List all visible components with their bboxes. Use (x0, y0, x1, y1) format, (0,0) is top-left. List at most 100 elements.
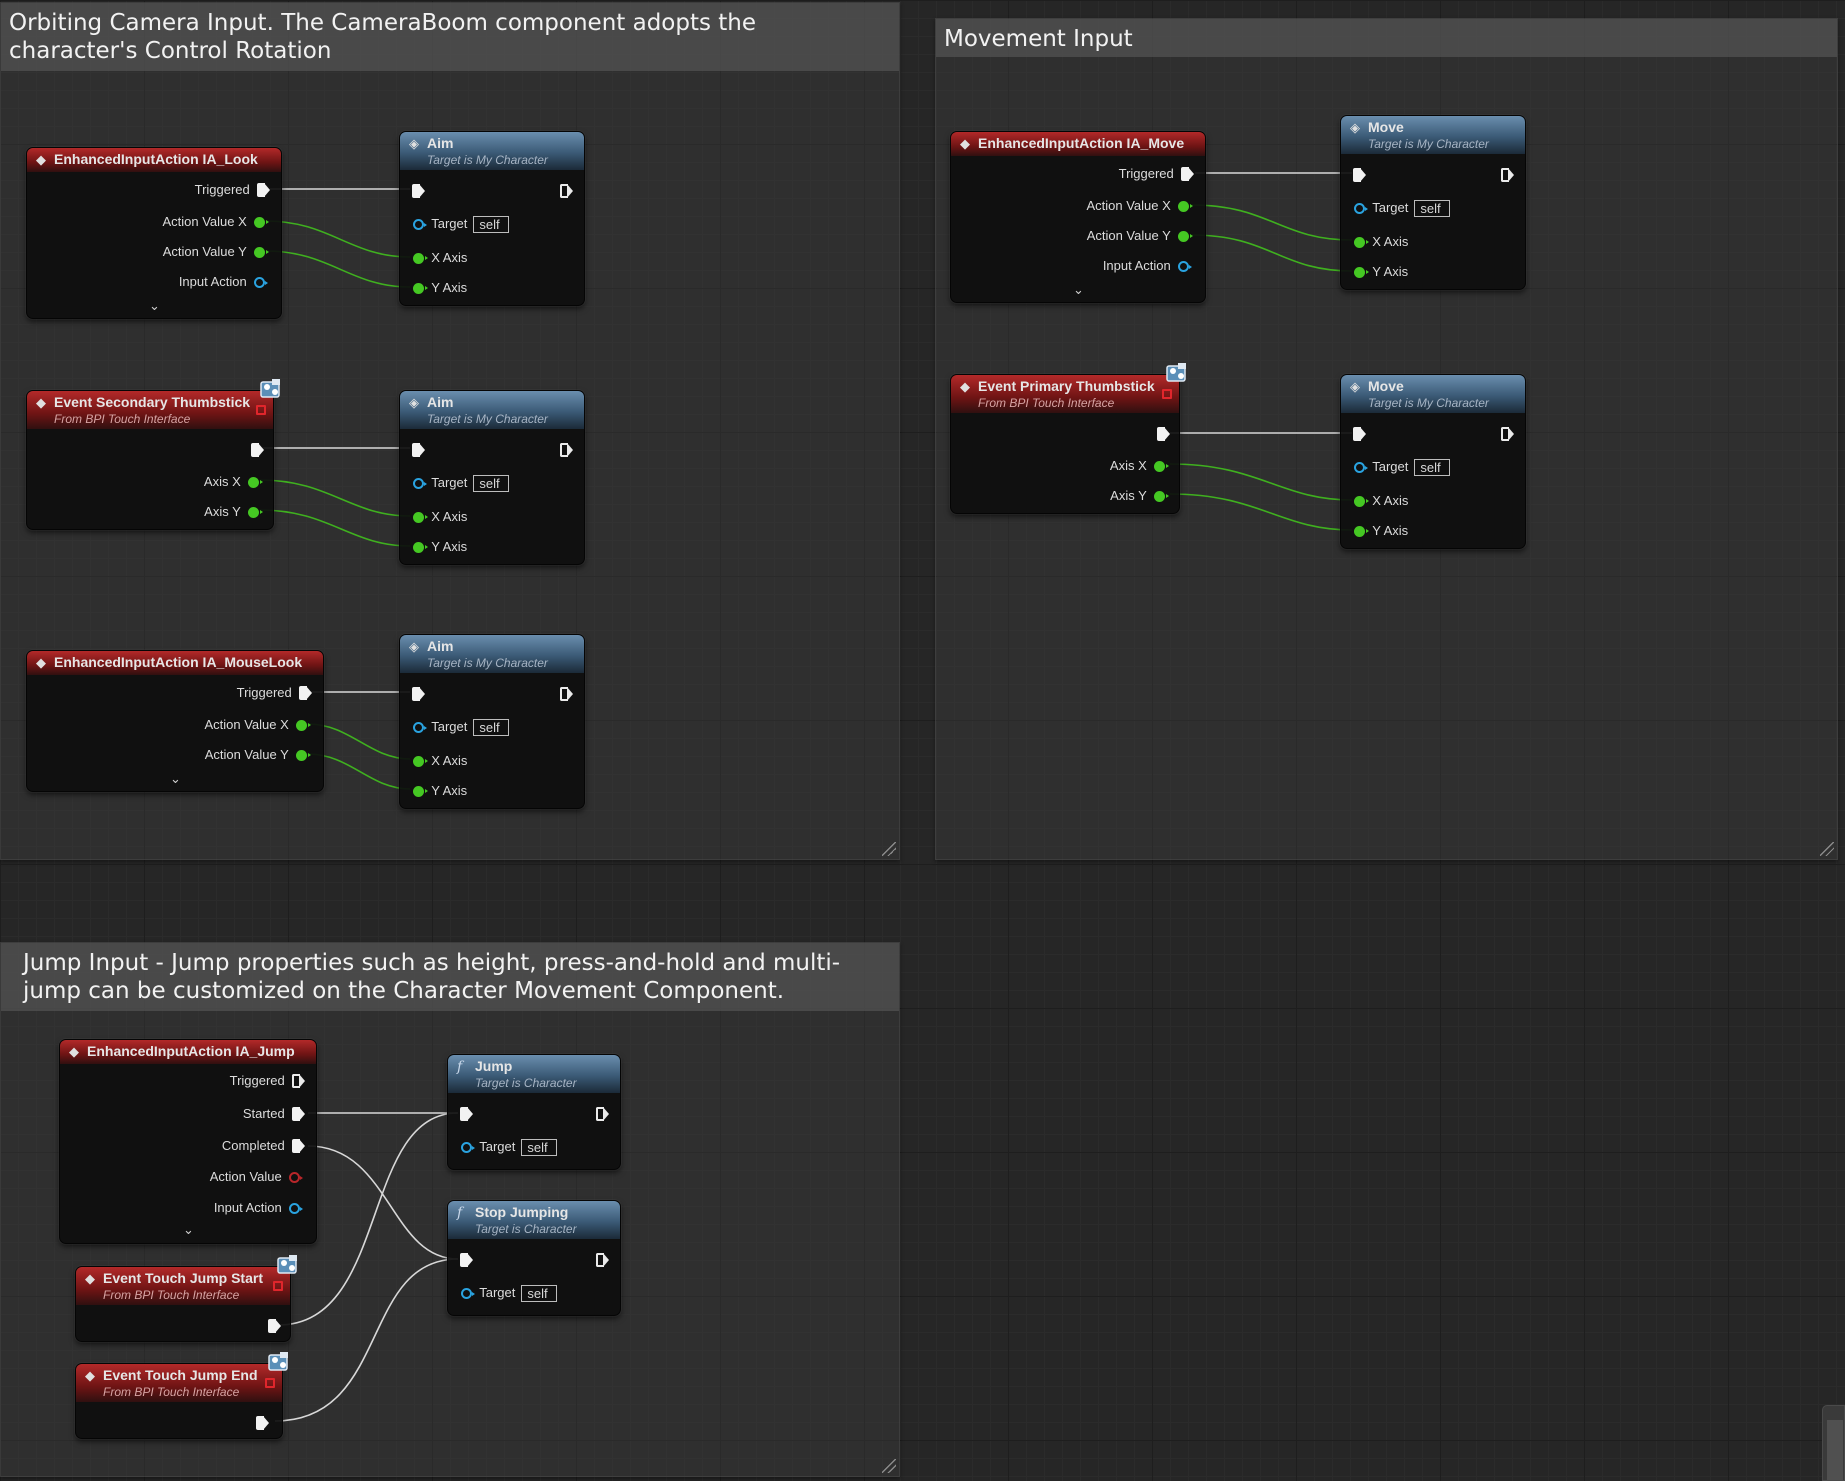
float-pin-icon[interactable] (248, 476, 263, 488)
node-move[interactable]: ◈ Move Target is My Character Target self… (1340, 115, 1526, 290)
pin-action-value-y[interactable]: Action Value Y (205, 747, 311, 763)
object-pin-icon[interactable] (413, 218, 427, 230)
chevron-down-icon[interactable]: ⌄ (1073, 283, 1084, 296)
pin-triggered[interactable]: Triggered (230, 1073, 305, 1089)
pin-exec-out[interactable] (1501, 167, 1514, 183)
float-pin-icon[interactable] (254, 246, 269, 258)
float-pin-icon[interactable] (413, 511, 428, 523)
node-header[interactable]: ◆ EnhancedInputAction IA_Jump (60, 1040, 316, 1064)
pin-action-value-y[interactable]: Action Value Y (163, 244, 269, 260)
pin-action-value-x[interactable]: Action Value X (204, 717, 311, 733)
comment-title[interactable]: Movement Input (936, 19, 1837, 57)
exec-pin-icon[interactable] (292, 1074, 305, 1088)
exec-pin-icon[interactable] (560, 184, 573, 198)
resize-grip-icon[interactable] (882, 842, 896, 856)
chevron-down-icon[interactable]: ⌄ (183, 1223, 194, 1236)
pin-exec-out[interactable] (560, 442, 573, 458)
node-header[interactable]: ◈ Move Target is My Character (1341, 116, 1525, 154)
object-pin-icon[interactable] (289, 1202, 303, 1214)
pin-action-value-x[interactable]: Action Value X (1086, 198, 1193, 214)
object-pin-icon[interactable] (1354, 461, 1368, 473)
pin-exec-in[interactable] (412, 183, 425, 199)
node-stop-jumping[interactable]: f Stop Jumping Target is Character Targe… (447, 1200, 621, 1316)
comment-title[interactable]: Jump Input - Jump properties such as hei… (1, 943, 899, 1011)
node-header[interactable]: ◈ Aim Target is My Character (400, 391, 584, 429)
pin-triggered[interactable]: Triggered (195, 182, 270, 198)
object-pin-icon[interactable] (1354, 202, 1368, 214)
exec-pin-icon[interactable] (1501, 168, 1514, 182)
object-pin-icon[interactable] (413, 477, 427, 489)
pin-target[interactable]: Target self (413, 474, 510, 492)
exec-pin-icon[interactable] (460, 1107, 473, 1121)
node-header[interactable]: ◆ EnhancedInputAction IA_MouseLook (27, 651, 323, 675)
pin-y-axis[interactable]: Y Axis (413, 539, 467, 555)
delegate-pin-icon[interactable] (1162, 389, 1172, 399)
delegate-pin-icon[interactable] (256, 405, 266, 415)
exec-pin-icon[interactable] (1181, 167, 1194, 181)
node-header[interactable]: ◆ Event Touch Jump Start From BPI Touch … (76, 1267, 290, 1305)
pin-y-axis[interactable]: Y Axis (413, 280, 467, 296)
pin-input-action[interactable]: Input Action (214, 1200, 303, 1216)
exec-pin-icon[interactable] (292, 1139, 305, 1153)
comment-title[interactable]: Orbiting Camera Input. The CameraBoom co… (1, 3, 899, 71)
node-ia-jump[interactable]: ◆ EnhancedInputAction IA_Jump Triggered … (59, 1039, 317, 1244)
object-pin-icon[interactable] (413, 721, 427, 733)
pin-exec-out[interactable] (596, 1106, 609, 1122)
pin-target[interactable]: Target self (413, 215, 510, 233)
target-self-field[interactable]: self (473, 215, 510, 233)
exec-pin-icon[interactable] (251, 443, 264, 457)
float-pin-icon[interactable] (413, 282, 428, 294)
exec-pin-icon[interactable] (412, 443, 425, 457)
pin-axis-x[interactable]: Axis X (204, 474, 263, 490)
pin-target[interactable]: Target self (1354, 458, 1451, 476)
exec-pin-icon[interactable] (1501, 427, 1514, 441)
node-header[interactable]: f Stop Jumping Target is Character (448, 1201, 620, 1239)
exec-pin-icon[interactable] (268, 1319, 281, 1333)
pin-x-axis[interactable]: X Axis (1354, 493, 1408, 509)
exec-pin-icon[interactable] (1353, 168, 1366, 182)
delegate-pin-icon[interactable] (265, 1378, 275, 1388)
pin-action-value-y[interactable]: Action Value Y (1087, 228, 1193, 244)
exec-pin-icon[interactable] (560, 443, 573, 457)
pin-target[interactable]: Target self (461, 1138, 558, 1156)
pin-input-action[interactable]: Input Action (1103, 258, 1192, 274)
pin-exec-out[interactable] (1157, 426, 1170, 442)
pin-action-value-x[interactable]: Action Value X (162, 214, 269, 230)
node-aim[interactable]: ◈ Aim Target is My Character Target self … (399, 634, 585, 809)
pin-y-axis[interactable]: Y Axis (1354, 264, 1408, 280)
float-pin-icon[interactable] (1354, 266, 1369, 278)
pin-exec-in[interactable] (460, 1106, 473, 1122)
target-self-field[interactable]: self (521, 1284, 558, 1302)
float-pin-icon[interactable] (1154, 490, 1169, 502)
float-pin-icon[interactable] (296, 719, 311, 731)
target-self-field[interactable]: self (1414, 458, 1451, 476)
pin-input-action[interactable]: Input Action (179, 274, 268, 290)
exec-pin-icon[interactable] (292, 1107, 305, 1121)
exec-pin-icon[interactable] (560, 687, 573, 701)
pin-y-axis[interactable]: Y Axis (413, 783, 467, 799)
pin-target[interactable]: Target self (1354, 199, 1451, 217)
node-aim[interactable]: ◈ Aim Target is My Character Target self … (399, 390, 585, 565)
exec-pin-icon[interactable] (596, 1253, 609, 1267)
node-header[interactable]: ◆ Event Secondary Thumbstick From BPI To… (27, 391, 273, 429)
pin-x-axis[interactable]: X Axis (413, 753, 467, 769)
pin-target[interactable]: Target self (461, 1284, 558, 1302)
node-event-touch-jump-end[interactable]: ◆ Event Touch Jump End From BPI Touch In… (75, 1363, 283, 1439)
chevron-down-icon[interactable]: ⌄ (170, 772, 181, 785)
node-header[interactable]: f Jump Target is Character (448, 1055, 620, 1093)
node-header[interactable]: ◈ Aim Target is My Character (400, 132, 584, 170)
pin-x-axis[interactable]: X Axis (413, 250, 467, 266)
node-move[interactable]: ◈ Move Target is My Character Target self… (1340, 374, 1526, 549)
node-header[interactable]: ◆ EnhancedInputAction IA_Move (951, 132, 1205, 156)
pin-exec-out[interactable] (1501, 426, 1514, 442)
node-ia-look[interactable]: ◆ EnhancedInputAction IA_Look Triggered … (26, 147, 282, 319)
float-pin-icon[interactable] (413, 785, 428, 797)
pin-exec-in[interactable] (412, 686, 425, 702)
object-pin-icon[interactable] (254, 276, 268, 288)
pin-exec-in[interactable] (1353, 167, 1366, 183)
exec-pin-icon[interactable] (412, 687, 425, 701)
pin-x-axis[interactable]: X Axis (413, 509, 467, 525)
float-pin-icon[interactable] (1354, 525, 1369, 537)
pin-started[interactable]: Started (243, 1106, 305, 1122)
float-pin-icon[interactable] (413, 755, 428, 767)
